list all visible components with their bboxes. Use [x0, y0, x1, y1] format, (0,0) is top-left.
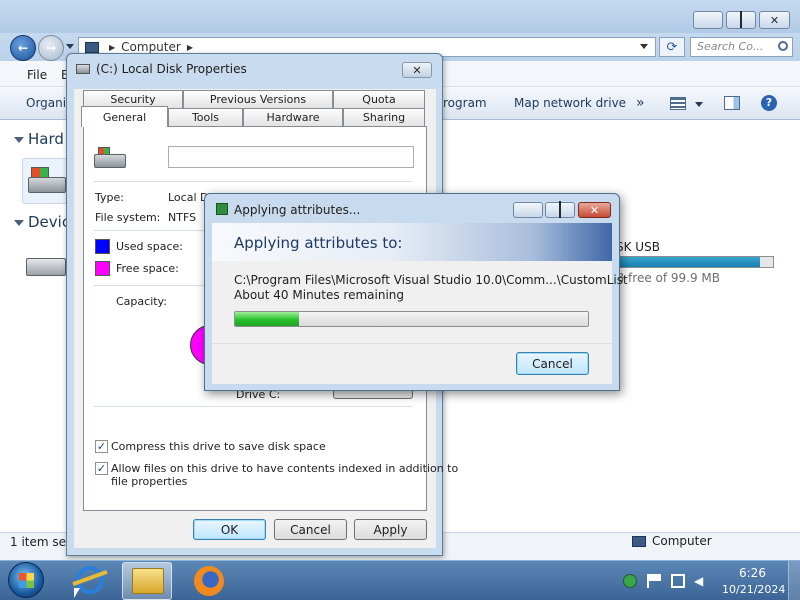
start-button[interactable]: [8, 562, 44, 598]
time-remaining: About 40 Minutes remaining: [234, 288, 405, 302]
devices-header[interactable]: Devic: [28, 213, 70, 231]
usb-free-space-text: B free of 99.9 MB: [616, 271, 721, 285]
index-checkbox[interactable]: ✓: [95, 462, 108, 475]
view-dropdown-arrow[interactable]: [695, 102, 703, 107]
network-icon[interactable]: [671, 574, 685, 588]
search-icon: [778, 41, 788, 51]
drive-icon: [94, 146, 128, 170]
maximize-icon: [740, 13, 742, 27]
usb-capacity-bar: [612, 256, 774, 268]
applying-file-path: C:\Program Files\Microsoft Visual Studio…: [234, 273, 628, 287]
apply-button[interactable]: Apply: [354, 519, 427, 540]
index-label-line1[interactable]: Allow files on this drive to have conten…: [111, 462, 458, 475]
forward-button[interactable]: →: [38, 35, 64, 61]
back-arrow-icon: ←: [17, 41, 29, 55]
explorer-maximize-button[interactable]: [726, 11, 756, 29]
action-center-flag-icon[interactable]: [647, 574, 661, 588]
status-location-label: Computer: [652, 534, 712, 548]
refresh-icon: ⟳: [666, 39, 678, 55]
search-input[interactable]: Search Co...: [690, 37, 793, 57]
applying-dialog-title: Applying attributes...: [234, 203, 361, 217]
tab-sharing[interactable]: Sharing: [343, 108, 425, 126]
used-space-swatch: [95, 239, 110, 254]
drive-name-input[interactable]: [168, 146, 414, 168]
search-placeholder: Search Co...: [697, 40, 764, 53]
breadcrumb-computer[interactable]: Computer: [121, 40, 181, 54]
explorer-close-button[interactable]: ✕: [759, 11, 790, 29]
security-shield-icon[interactable]: [623, 574, 637, 588]
maximize-icon: [559, 203, 561, 217]
computer-icon: [632, 535, 646, 547]
windows-logo-icon: [19, 573, 34, 588]
hard-drive-icon[interactable]: [22, 158, 70, 204]
refresh-button[interactable]: ⟳: [659, 37, 685, 57]
preview-pane-icon[interactable]: [724, 96, 740, 110]
used-space-label: Used space:: [116, 240, 184, 253]
menu-file[interactable]: File: [27, 68, 47, 82]
compress-label[interactable]: Compress this drive to save disk space: [111, 440, 326, 453]
computer-icon: [85, 41, 99, 53]
usb-drive-label[interactable]: SK USB: [616, 240, 660, 254]
file-system-value: NTFS: [168, 211, 197, 224]
applying-close-button[interactable]: ✕: [578, 202, 611, 218]
applying-heading: Applying attributes to:: [234, 234, 403, 252]
divider: [94, 181, 412, 182]
free-space-swatch: [95, 261, 110, 276]
map-network-drive-button[interactable]: Map network drive: [514, 96, 626, 110]
free-space-label: Free space:: [116, 262, 179, 275]
more-commands-button[interactable]: »: [636, 95, 645, 111]
hard-disk-drives-header[interactable]: Hard: [28, 130, 64, 148]
back-button[interactable]: ←: [10, 35, 36, 61]
firefox-icon: [194, 566, 224, 596]
progress-fill: [235, 312, 299, 326]
forward-arrow-icon: →: [45, 41, 57, 55]
usb-drive-icon[interactable]: [26, 244, 70, 280]
clock-time[interactable]: 6:26: [739, 566, 766, 580]
usb-capacity-fill: [613, 257, 761, 267]
explorer-titlebar: [0, 0, 800, 33]
help-icon[interactable]: ?: [761, 95, 777, 111]
compress-checkbox[interactable]: ✓: [95, 440, 108, 453]
mouse-cursor-icon: [74, 588, 80, 598]
explorer-minimize-button[interactable]: [693, 11, 723, 29]
recent-pages-dropdown[interactable]: [66, 44, 74, 49]
tab-quota[interactable]: Quota: [333, 90, 425, 108]
clock-date[interactable]: 10/21/2024: [722, 583, 785, 596]
type-label: Type:: [95, 191, 124, 204]
applying-maximize-button[interactable]: [545, 202, 575, 218]
tab-tools[interactable]: Tools: [168, 108, 243, 126]
type-value: Local D: [168, 191, 209, 204]
properties-title: (C:) Local Disk Properties: [96, 62, 247, 76]
close-icon: ✕: [412, 63, 422, 77]
close-icon: ✕: [589, 203, 600, 217]
applying-cancel-button[interactable]: Cancel: [516, 352, 589, 375]
index-label-line2[interactable]: file properties: [111, 475, 187, 488]
applying-minimize-button[interactable]: [513, 202, 543, 218]
show-desktop-button[interactable]: [788, 561, 800, 600]
breadcrumb-arrow-icon[interactable]: ▶: [187, 43, 193, 52]
internet-explorer-icon: [72, 566, 108, 594]
collapse-arrow-icon[interactable]: [14, 220, 24, 226]
properties-close-button[interactable]: ✕: [402, 62, 432, 78]
ok-button[interactable]: OK: [193, 519, 266, 540]
volume-muted-icon[interactable]: ◀: [694, 574, 708, 588]
collapse-arrow-icon[interactable]: [14, 137, 24, 143]
tab-previous-versions[interactable]: Previous Versions: [183, 90, 333, 108]
tab-hardware[interactable]: Hardware: [243, 108, 343, 126]
capacity-label: Capacity:: [116, 295, 167, 308]
change-view-icon[interactable]: [670, 97, 686, 110]
tab-general[interactable]: General: [81, 106, 168, 127]
cancel-button[interactable]: Cancel: [274, 519, 347, 540]
breadcrumb-arrow-icon[interactable]: ▶: [109, 43, 115, 52]
folder-icon: [132, 568, 164, 594]
uninstall-program-button[interactable]: rogram: [443, 96, 487, 110]
close-icon: ✕: [769, 13, 780, 27]
drive-icon: [76, 64, 90, 74]
status-location: Computer: [632, 534, 712, 548]
divider: [94, 406, 412, 407]
attributes-icon: [216, 203, 228, 215]
file-system-label: File system:: [95, 211, 161, 224]
address-dropdown-arrow[interactable]: [640, 44, 648, 49]
progress-bar: [234, 311, 589, 327]
